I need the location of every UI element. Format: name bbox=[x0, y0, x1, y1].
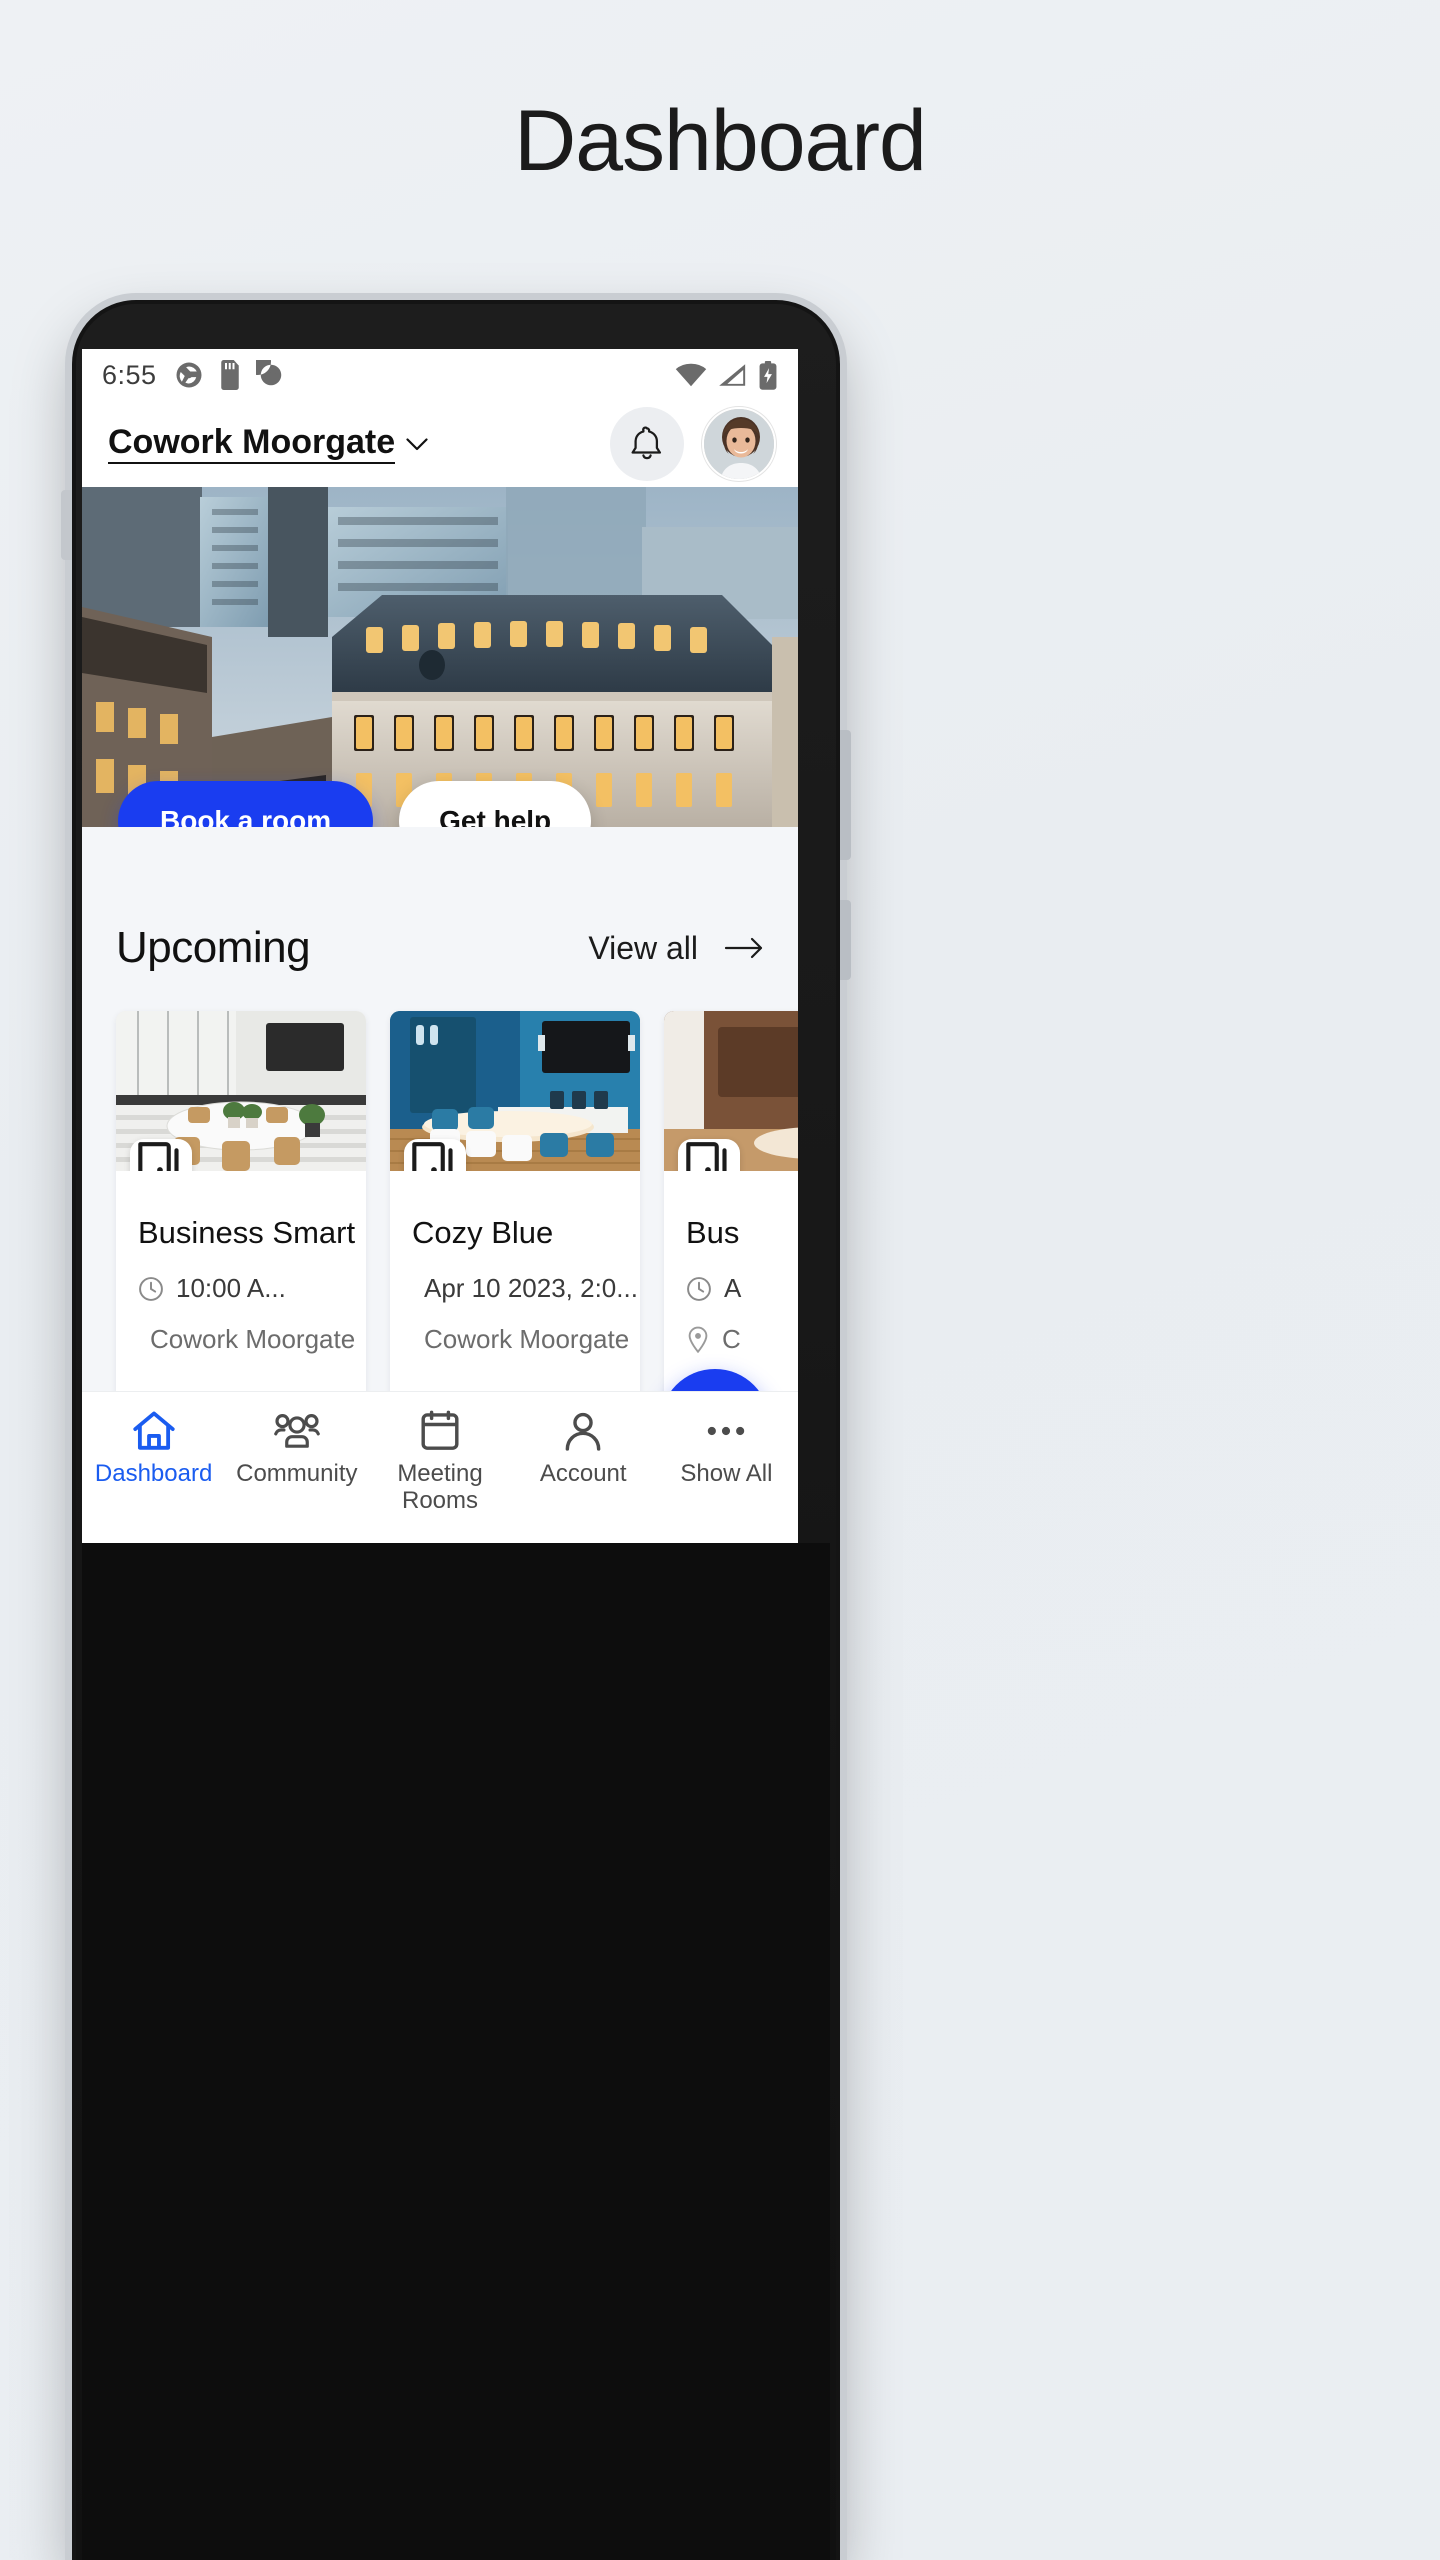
calendar-icon bbox=[421, 1410, 459, 1450]
nav-item-community[interactable]: Community bbox=[225, 1410, 368, 1488]
card-time-row: 10:00 A... bbox=[138, 1273, 344, 1304]
map-pin-icon bbox=[688, 1326, 708, 1353]
home-icon bbox=[132, 1411, 175, 1450]
door-icon bbox=[404, 1139, 466, 1171]
card-location-row: Cowork Moorgate bbox=[138, 1324, 355, 1355]
phone-lower-bezel bbox=[82, 1543, 830, 2560]
nav-label: Show All bbox=[680, 1460, 773, 1487]
upcoming-header: Upcoming View all bbox=[82, 923, 798, 973]
avatar-image bbox=[704, 409, 774, 479]
card-body: Business Smart 10:00 A... Cowork Moorgat… bbox=[116, 1171, 366, 1401]
card-title: Business Smart bbox=[138, 1215, 356, 1250]
location-selector[interactable]: Cowork Moorgate bbox=[108, 424, 428, 464]
status-right-icons bbox=[675, 360, 778, 390]
card-body: Bus A C bbox=[664, 1171, 798, 1401]
cellular-signal-icon bbox=[719, 364, 746, 386]
ellipsis-icon bbox=[708, 1426, 745, 1436]
view-all-link[interactable]: View all bbox=[588, 930, 698, 967]
person-icon bbox=[565, 1412, 601, 1451]
card-time: Apr 10 2023, 2:0... bbox=[424, 1273, 638, 1303]
card-image bbox=[664, 1011, 798, 1171]
card-time-row: A bbox=[686, 1273, 798, 1304]
phone-screen: 6:55 Cowork Moorgate Book a room Get hel… bbox=[82, 349, 798, 1543]
upcoming-cards: Business Smart 10:00 A... Cowork Moorgat… bbox=[82, 1011, 798, 1401]
card-title: Cozy Blue bbox=[412, 1215, 554, 1250]
card-time: 10:00 A... bbox=[176, 1273, 286, 1303]
arrow-right-icon[interactable] bbox=[724, 937, 764, 959]
card-time-row: Apr 10 2023, 2:0... bbox=[412, 1273, 638, 1304]
status-time: 6:55 bbox=[102, 359, 157, 390]
camera-shutter-icon bbox=[176, 362, 202, 388]
status-left-icons bbox=[174, 360, 286, 390]
get-help-button[interactable]: Get help bbox=[399, 781, 592, 827]
card-location-row: C bbox=[686, 1324, 798, 1355]
book-a-room-button[interactable]: Book a room bbox=[118, 781, 374, 827]
card-title: Bus bbox=[686, 1215, 740, 1250]
card-location: C bbox=[722, 1324, 741, 1354]
phone-power-button[interactable] bbox=[840, 900, 851, 980]
hero-image: Book a room Get help bbox=[82, 487, 798, 827]
sd-card-icon bbox=[220, 360, 239, 390]
list-item[interactable]: Bus A C bbox=[664, 1011, 798, 1401]
clock-icon bbox=[139, 1276, 163, 1301]
people-icon bbox=[273, 1414, 320, 1448]
hero-actions: Book a room Get help bbox=[82, 781, 798, 827]
list-item[interactable]: Business Smart 10:00 A... Cowork Moorgat… bbox=[116, 1011, 366, 1401]
battery-charging-icon bbox=[759, 360, 777, 390]
circle-slash-icon bbox=[255, 360, 281, 386]
card-image bbox=[390, 1011, 640, 1171]
clock-icon bbox=[687, 1276, 711, 1301]
card-time: A bbox=[724, 1273, 742, 1303]
app-bar: Cowork Moorgate bbox=[82, 401, 798, 487]
card-image bbox=[116, 1011, 366, 1171]
card-location: Cowork Moorgate bbox=[150, 1324, 356, 1354]
hero-illustration bbox=[82, 487, 798, 827]
card-location: Cowork Moorgate bbox=[424, 1324, 630, 1354]
nav-label: Account bbox=[539, 1460, 627, 1487]
card-body: Cozy Blue Apr 10 2023, 2:0... Cowork Moo… bbox=[390, 1171, 640, 1401]
main-content: Upcoming View all Business Smart 10:00 A… bbox=[82, 827, 798, 1401]
status-bar: 6:55 bbox=[82, 349, 798, 401]
nav-label: Community bbox=[236, 1460, 358, 1487]
nav-item-account[interactable]: Account bbox=[512, 1410, 655, 1488]
section-title: Upcoming bbox=[116, 923, 311, 972]
avatar[interactable] bbox=[702, 407, 776, 481]
phone-left-button[interactable] bbox=[61, 490, 72, 560]
list-item[interactable]: Cozy Blue Apr 10 2023, 2:0... Cowork Moo… bbox=[390, 1011, 640, 1401]
bottom-navigation: Dashboard Community Meeting Rooms Accoun… bbox=[82, 1391, 798, 1543]
nav-item-show-all[interactable]: Show All bbox=[655, 1410, 798, 1488]
nav-item-dashboard[interactable]: Dashboard bbox=[82, 1410, 225, 1488]
phone-mockup: 6:55 Cowork Moorgate Book a room Get hel… bbox=[61, 300, 851, 2560]
wifi-icon bbox=[675, 363, 707, 387]
card-location-row: Cowork Moorgate bbox=[412, 1324, 629, 1355]
nav-item-meeting-rooms[interactable]: Meeting Rooms bbox=[368, 1410, 511, 1515]
phone-volume-button[interactable] bbox=[840, 730, 851, 860]
nav-label: Meeting Rooms bbox=[397, 1460, 483, 1514]
nav-label: Dashboard bbox=[94, 1460, 213, 1487]
location-name: Cowork Moorgate bbox=[108, 424, 396, 464]
door-icon bbox=[130, 1139, 192, 1171]
door-icon bbox=[678, 1139, 740, 1171]
bell-icon bbox=[631, 426, 662, 460]
chevron-down-icon bbox=[406, 437, 428, 450]
page-title: Dashboard bbox=[514, 93, 927, 189]
notifications-button[interactable] bbox=[610, 407, 684, 481]
